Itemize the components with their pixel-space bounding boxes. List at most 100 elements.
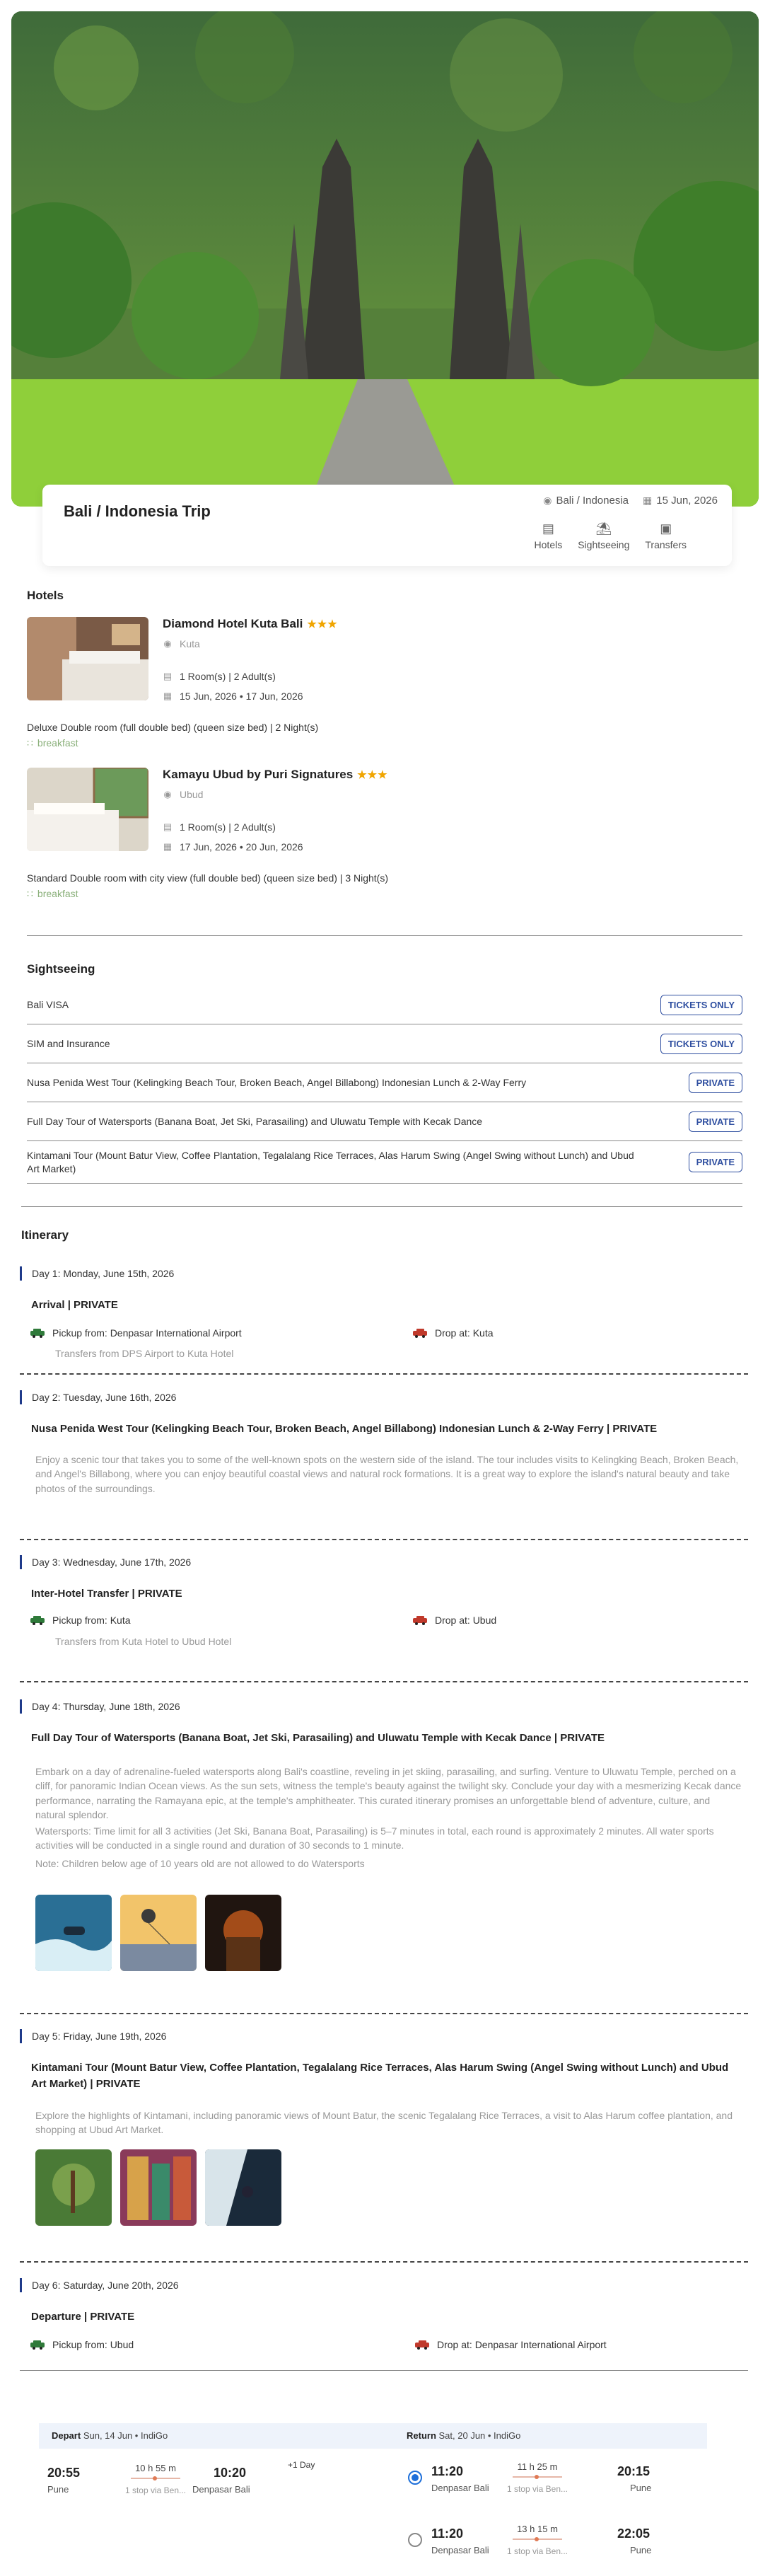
flight-duration: 10 h 55 m: [135, 2463, 176, 2473]
day-note: Note: Children below age of 10 years old…: [35, 1858, 365, 1869]
trip-tabs: ▤ Hotels ⛱ Sightseeing ▣ Transfers: [535, 521, 687, 550]
day-description: Enjoy a scenic tour that takes you to so…: [35, 1454, 739, 1494]
sightseeing-item: Kintamani Tour (Mount Batur View, Coffee…: [27, 1141, 742, 1184]
transfer-note: Transfers from Kuta Hotel to Ubud Hotel: [55, 1636, 232, 1647]
activity-photo[interactable]: [205, 1895, 281, 1971]
hotel-card: Diamond Hotel Kuta Bali ★★★ ◉ Kuta ▤ 1 Room…: [27, 617, 741, 758]
stops-info: 1 stop via Ben...: [506, 2484, 568, 2494]
car-icon: [413, 1329, 427, 1338]
transfer-note: Transfers from DPS Airport to Kuta Hotel: [55, 1348, 234, 1359]
depart-header: Depart Sun, 14 Jun • IndiGo: [39, 2423, 394, 2449]
activity-photo[interactable]: [205, 2149, 281, 2226]
day-title: Arrival | PRIVATE: [31, 1299, 118, 1311]
day-label: Day 1: Monday, June 15th, 2026: [20, 1266, 174, 1281]
return-arrival-time: 20:15: [617, 2464, 651, 2478]
return-header: Return Sat, 20 Jun • IndiGo: [394, 2423, 707, 2449]
ticket-type-badge[interactable]: PRIVATE: [688, 1072, 742, 1093]
day-label: Day 4: Thursday, June 18th, 2026: [20, 1699, 180, 1714]
trip-date: 15 Jun, 2026: [656, 495, 718, 507]
activity-photo[interactable]: [35, 2149, 112, 2226]
trip-title: Bali / Indonesia Trip: [64, 502, 211, 520]
drop-info: Drop at: Kuta: [412, 1327, 494, 1339]
ticket-type-badge[interactable]: TICKETS ONLY: [660, 994, 742, 1015]
divider: [20, 2370, 748, 2371]
activity-photo[interactable]: [120, 2149, 197, 2226]
room-description: Standard Double room with city view (ful…: [27, 872, 388, 884]
activity-photo[interactable]: [35, 1895, 112, 1971]
day-separator: [20, 2013, 748, 2014]
ticket-type-badge[interactable]: PRIVATE: [688, 1152, 742, 1172]
meal-plan: ∷ breakfast: [27, 737, 78, 749]
sightseeing-item: Nusa Penida West Tour (Kelingking Beach …: [27, 1063, 742, 1102]
calendar-icon: ▦: [163, 691, 173, 701]
hotel-name[interactable]: Kamayu Ubud by Puri Signatures ★★★: [163, 768, 388, 782]
arrival-city: Denpasar Bali: [192, 2484, 250, 2495]
stops-info: 1 stop via Ben...: [124, 2485, 187, 2495]
day-label: Day 3: Wednesday, June 17th, 2026: [20, 1555, 191, 1569]
location-pin-icon: ◉: [543, 495, 552, 506]
car-icon: [415, 2340, 429, 2350]
sightseeing-icon: ⛱: [595, 521, 612, 536]
day-separator: [20, 2261, 748, 2263]
sightseeing-label: Bali VISA: [27, 998, 69, 1010]
itinerary-day: Day 3: Wednesday, June 17th, 2026 Inter-…: [20, 1555, 748, 1661]
hero-image: [11, 11, 759, 507]
calendar-icon: ▦: [643, 495, 653, 506]
trip-summary-card: Bali / Indonesia Trip ◉ Bali / Indonesia …: [42, 485, 732, 566]
day-description-watersports: Watersports: Time limit for all 3 activi…: [35, 1825, 714, 1852]
day-separator: [20, 1681, 748, 1682]
sightseeing-item: Bali VISA TICKETS ONLY: [27, 986, 742, 1024]
tab-transfers[interactable]: ▣ Transfers: [645, 521, 687, 550]
hotels-heading: Hotels: [27, 589, 64, 602]
return-option-radio[interactable]: [408, 2533, 422, 2547]
sightseeing-item: SIM and Insurance TICKETS ONLY: [27, 1024, 742, 1063]
hotel-dates: ▦ 15 Jun, 2026 • 17 Jun, 2026: [163, 691, 303, 702]
car-icon: [30, 1329, 45, 1338]
bed-icon: ▤: [163, 821, 173, 832]
return-option-radio[interactable]: [408, 2471, 422, 2485]
tab-sightseeing[interactable]: ⛱ Sightseeing: [578, 521, 629, 550]
depart-time: 20:55: [47, 2466, 81, 2480]
hotel-image: [27, 768, 148, 851]
return-depart-time: 11:20: [431, 2526, 464, 2541]
return-arrival-city: Pune: [630, 2483, 652, 2493]
day-title: Nusa Penida West Tour (Kelingking Beach …: [31, 1423, 658, 1435]
sightseeing-label: Nusa Penida West Tour (Kelingking Beach …: [27, 1076, 527, 1088]
location-pin-icon: ◉: [163, 789, 172, 799]
itinerary-day: Day 1: Monday, June 15th, 2026 Arrival |…: [20, 1266, 748, 1373]
return-arrival-time: 22:05: [617, 2526, 651, 2541]
sightseeing-label: Kintamani Tour (Mount Batur View, Coffee…: [27, 1149, 634, 1174]
car-icon: [30, 2340, 45, 2350]
sightseeing-label: Full Day Tour of Watersports (Banana Boa…: [27, 1115, 483, 1127]
itinerary-day: Day 4: Thursday, June 18th, 2026 Full Da…: [20, 1699, 748, 1982]
route-line: [131, 2476, 180, 2480]
ticket-type-badge[interactable]: TICKETS ONLY: [660, 1033, 742, 1054]
return-depart-city: Denpasar Bali: [431, 2483, 489, 2493]
itinerary-day: Day 5: Friday, June 19th, 2026 Kintamani…: [20, 2029, 748, 2241]
return-arrival-city: Pune: [630, 2545, 652, 2555]
hotel-name[interactable]: Diamond Hotel Kuta Bali ★★★: [163, 617, 338, 631]
pickup-info: Pickup from: Kuta: [30, 1615, 131, 1626]
return-depart-time: 11:20: [431, 2464, 464, 2478]
activity-photo[interactable]: [120, 1895, 197, 1971]
hotel-rooms: ▤ 1 Room(s) | 2 Adult(s): [163, 821, 276, 833]
bed-icon: ▤: [163, 671, 173, 681]
depart-city: Pune: [47, 2484, 69, 2495]
day-label: Day 6: Saturday, June 20th, 2026: [20, 2278, 179, 2292]
divider: [27, 935, 742, 936]
star-rating: ★★★: [357, 769, 388, 781]
drop-info: Drop at: Ubud: [412, 1615, 496, 1626]
hotel-location: ◉ Kuta: [163, 638, 200, 649]
itinerary-day: Day 2: Tuesday, June 16th, 2026 Nusa Pen…: [20, 1390, 748, 1532]
car-icon: [30, 1616, 45, 1625]
hotel-card: Kamayu Ubud by Puri Signatures ★★★ ◉ Ubud …: [27, 768, 741, 909]
day-title: Full Day Tour of Watersports (Banana Boa…: [31, 1732, 605, 1744]
location-pin-icon: ◉: [163, 638, 172, 649]
pickup-info: Pickup from: Denpasar International Airp…: [30, 1327, 242, 1339]
return-depart-city: Denpasar Bali: [431, 2545, 489, 2555]
tab-hotels[interactable]: ▤ Hotels: [535, 521, 563, 550]
hotel-rooms: ▤ 1 Room(s) | 2 Adult(s): [163, 671, 276, 682]
ticket-type-badge[interactable]: PRIVATE: [688, 1111, 742, 1132]
star-rating: ★★★: [307, 618, 338, 630]
sightseeing-item: Full Day Tour of Watersports (Banana Boa…: [27, 1102, 742, 1141]
